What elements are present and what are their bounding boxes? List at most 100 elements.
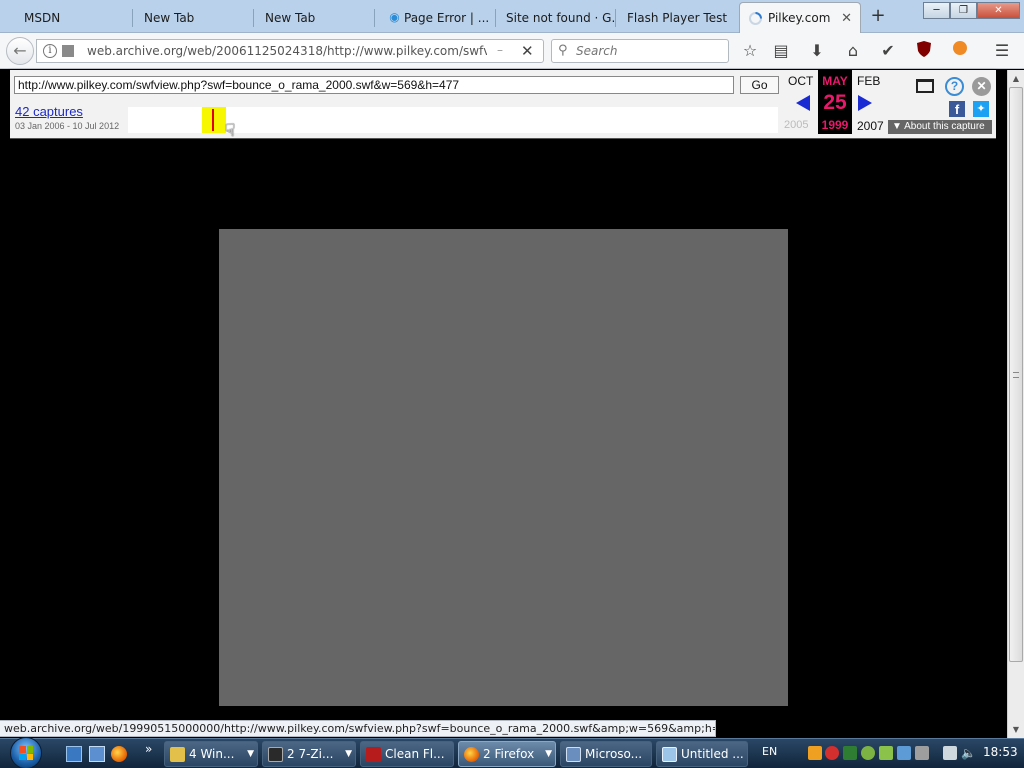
taskbar-firefox[interactable]: 2 Firefox ▼ [458, 741, 556, 767]
ublock-icon[interactable] [913, 40, 935, 62]
address-bar[interactable]: i web.archive.org/web/20061125024318/htt… [36, 39, 544, 63]
tab-page-error[interactable]: ◉ Page Error | ... [380, 2, 496, 33]
window-icon [566, 747, 581, 762]
tray-blocked-icon[interactable] [825, 746, 839, 760]
go-button[interactable]: Go [740, 76, 779, 94]
current-day: 25 [823, 91, 847, 114]
tray-shield-icon[interactable] [843, 746, 857, 760]
download-icon[interactable]: ⬇ [806, 40, 828, 62]
reading-list-icon[interactable]: ▤ [770, 40, 792, 62]
taskbar-windows-explorer[interactable]: 4 Win... ▼ [164, 741, 258, 767]
taskbar-label: 4 Win... [189, 747, 235, 761]
taskbar-untitled[interactable]: Untitled ... [656, 741, 748, 767]
switch-windows-icon[interactable] [89, 746, 105, 762]
tab-pilkey[interactable]: Pilkey.com ✕ [739, 2, 861, 33]
extension-icon[interactable] [949, 40, 971, 62]
tab-label: New Tab [265, 10, 316, 25]
current-capture-date: MAY 25 1999 [818, 70, 852, 134]
prev-month-label[interactable]: OCT [788, 74, 813, 88]
help-icon[interactable]: ? [945, 77, 964, 96]
wayback-logo-icon[interactable] [916, 79, 934, 93]
close-toolbar-icon[interactable]: ✕ [972, 77, 991, 96]
tab-label: Page Error | ... [404, 10, 490, 25]
facebook-icon[interactable]: f [949, 101, 965, 117]
captures-link[interactable]: 42 captures [15, 104, 83, 119]
tab-new-tab-1[interactable]: New Tab [120, 2, 254, 33]
taskbar-label: 2 Firefox [483, 747, 535, 761]
tab-site-not-found[interactable]: Site not found · G... [482, 2, 616, 33]
tray-app-icon[interactable] [808, 746, 822, 760]
show-desktop-icon[interactable] [66, 746, 82, 762]
7zip-icon [268, 747, 283, 762]
capture-marker [212, 109, 214, 131]
stop-icon[interactable]: ✕ [521, 42, 534, 60]
firefox-quicklaunch-icon[interactable] [111, 746, 127, 762]
info-icon[interactable]: i [43, 44, 57, 58]
bookmark-star-icon[interactable]: ☆ [739, 40, 761, 62]
selected-year-band [202, 107, 226, 133]
tray-display-icon[interactable] [897, 746, 911, 760]
search-bar[interactable]: ⚲ [551, 39, 729, 63]
taskbar-clean-flash[interactable]: Clean Fl... [360, 741, 454, 767]
tab-new-tab-2[interactable]: New Tab [241, 2, 375, 33]
scroll-down-icon[interactable]: ▼ [1008, 721, 1024, 738]
taskbar-label: Microso... [585, 747, 643, 761]
clock[interactable]: 18:53 [983, 745, 1018, 759]
next-capture-arrow-icon[interactable] [858, 95, 872, 111]
quicklaunch-more-icon[interactable]: » [145, 742, 152, 756]
taskbar-microsoft[interactable]: Microso... [560, 741, 652, 767]
tab-msdn[interactable]: MSDN [0, 2, 133, 33]
loading-spinner-icon [748, 11, 763, 26]
pocket-icon[interactable]: ✔ [877, 40, 899, 62]
navigation-bar: ← i web.archive.org/web/20061125024318/h… [0, 33, 1024, 69]
grip-icon [1013, 372, 1019, 378]
wayback-toolbar: Go 42 captures 03 Jan 2006 - 10 Jul 2012… [10, 70, 996, 139]
flash-icon [366, 747, 381, 762]
taskbar-label: Clean Fl... [385, 747, 445, 761]
globe-icon: ◉ [389, 10, 400, 24]
current-month: MAY [822, 74, 848, 88]
flash-embed[interactable] [219, 229, 788, 706]
tab-label: New Tab [144, 10, 195, 25]
hand-cursor-icon: ☟ [225, 121, 236, 141]
address-text[interactable]: web.archive.org/web/20061125024318/http:… [87, 44, 487, 58]
minimize-button[interactable]: ─ [923, 2, 950, 19]
scroll-up-icon[interactable]: ▲ [1008, 70, 1024, 87]
blank-page-icon [7, 10, 22, 25]
close-tab-icon[interactable]: ✕ [841, 11, 852, 26]
taskbar-7zip[interactable]: 2 7-Zi... ▼ [262, 741, 356, 767]
tray-update-icon[interactable] [915, 746, 929, 760]
language-indicator[interactable]: EN [762, 745, 777, 758]
prev-year-label: 2005 [784, 119, 809, 131]
prev-capture-arrow-icon[interactable] [796, 95, 810, 111]
twitter-icon[interactable]: ✦ [973, 101, 989, 117]
history-dropdown-icon[interactable]: – [497, 43, 503, 57]
about-capture-button[interactable]: ▼ About this capture [888, 120, 992, 134]
back-button[interactable]: ← [6, 37, 34, 65]
start-button[interactable] [6, 737, 50, 768]
tray-network-icon[interactable] [879, 746, 893, 760]
next-month-label[interactable]: FEB [857, 74, 880, 88]
next-year-label: 2007 [857, 119, 884, 133]
maximize-button[interactable]: ❐ [950, 2, 977, 19]
windows-logo-icon [19, 746, 33, 760]
about-capture-label: About this capture [904, 121, 985, 132]
volume-icon[interactable]: 🔈 [961, 746, 976, 760]
page-icon [62, 45, 74, 57]
new-tab-button[interactable]: + [868, 5, 888, 27]
search-input[interactable] [576, 42, 724, 60]
tab-flash-player-test[interactable]: Flash Player Test [603, 2, 736, 33]
menu-icon[interactable]: ☰ [991, 40, 1013, 62]
scrollbar-thumb[interactable] [1009, 87, 1023, 662]
close-window-button[interactable]: ✕ [977, 2, 1020, 19]
wayback-url-input[interactable] [14, 76, 734, 94]
tab-label: Site not found · G... [506, 10, 616, 25]
search-icon: ⚲ [558, 43, 568, 58]
tab-label: MSDN [24, 10, 61, 25]
vertical-scrollbar[interactable]: ▲ ▼ [1007, 70, 1024, 738]
status-bar: web.archive.org/web/19990515000000/http:… [0, 720, 716, 737]
tray-monitor-icon[interactable] [943, 746, 957, 760]
taskbar-label: 2 7-Zi... [287, 747, 334, 761]
home-icon[interactable]: ⌂ [842, 40, 864, 62]
tray-user-icon[interactable] [861, 746, 875, 760]
